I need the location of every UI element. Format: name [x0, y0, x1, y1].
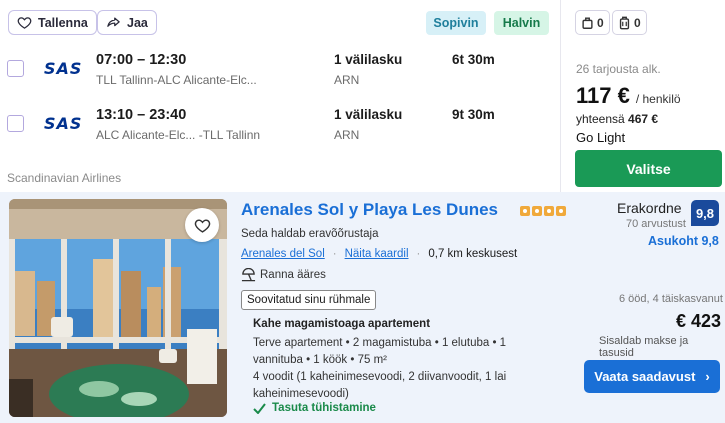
segment-via: ARN [334, 128, 360, 142]
fare-class: Go Light [576, 130, 626, 145]
review-count[interactable]: 70 arvustust [626, 218, 686, 230]
checked-bag-count: 0 [634, 15, 641, 30]
beach-umbrella-icon [241, 268, 256, 282]
see-availability-button[interactable]: Vaata saadavust › [584, 360, 720, 393]
room-description: Terve apartement • 2 magamistuba • 1 elu… [253, 337, 507, 366]
heart-icon [17, 17, 32, 29]
area-link[interactable]: Arenales del Sol [241, 248, 325, 260]
chevron-right-icon: › [705, 369, 710, 384]
cheapest-tag: Halvin [494, 11, 549, 35]
airline-logo: SAS [44, 59, 83, 78]
location-line: Arenales del Sol · Näita kaardil · 0,7 k… [241, 248, 517, 260]
flight-segment-return: SAS 13:10 – 23:40 ALC Alicante-Elc... -T… [0, 106, 560, 150]
star-icon [544, 206, 554, 216]
select-flight-button[interactable]: Valitse [575, 150, 722, 187]
share-label: Jaa [127, 15, 148, 30]
checked-bag-icon [619, 16, 630, 29]
offers-count: 26 tarjousta alk. [576, 62, 661, 76]
segment-via: ARN [334, 73, 360, 87]
hotel-price: € 423 [676, 311, 722, 331]
cabin-bag-count: 0 [597, 15, 604, 30]
cabin-bag-icon [582, 16, 593, 29]
review-score-badge: 9,8 [691, 200, 719, 226]
favorite-button[interactable] [185, 208, 219, 242]
flight-price-panel: 0 0 26 tarjousta alk. 117 € / henkilö yh… [560, 0, 725, 192]
save-label: Tallenna [38, 15, 88, 30]
star-icon [556, 206, 566, 216]
segment-duration: 6t 30m [452, 52, 495, 67]
per-person-label: / henkilö [635, 92, 681, 106]
segment-stops: 1 välilasku [334, 52, 403, 67]
beach-info: Ranna ääres [241, 268, 326, 282]
separator-dot: · [332, 248, 337, 260]
distance-text: 0,7 km keskusest [428, 248, 518, 260]
flight-details: Tallenna Jaa Sopivin Halvin SAS 07:00 – … [0, 0, 560, 192]
separator-dot: · [416, 248, 421, 260]
flight-price: 117 € [576, 83, 630, 108]
room-name: Kahe magamistoaga apartement [253, 318, 431, 330]
heart-icon [194, 218, 210, 233]
flight-segment-outbound: SAS 07:00 – 12:30 TLL Tallinn-ALC Alican… [0, 51, 560, 95]
stay-summary: 6 ööd, 4 täiskasvanut [619, 293, 723, 305]
segment-time: 07:00 – 12:30 [96, 52, 187, 68]
beach-label: Ranna ääres [260, 269, 326, 281]
segment-checkbox[interactable] [7, 60, 24, 77]
recommended-tag: Soovitatud sinu rühmale [241, 290, 377, 310]
star-icon [520, 206, 530, 216]
taxes-note: Sisaldab makse ja tasusid [599, 335, 689, 359]
airline-name: Scandinavian Airlines [7, 171, 122, 185]
share-icon [107, 17, 120, 27]
segment-checkbox[interactable] [7, 115, 24, 132]
segment-route: ALC Alicante-Elc... -TLL Tallinn [96, 128, 261, 142]
share-button[interactable]: Jaa [97, 10, 157, 35]
save-button[interactable]: Tallenna [8, 10, 97, 35]
total-label: yhteensä [576, 112, 625, 126]
host-info: Seda haldab eravõõrustaja [241, 228, 379, 240]
segment-stops: 1 välilasku [334, 107, 403, 122]
free-cancellation: Tasuta tühistamine [253, 402, 376, 414]
see-availability-label: Vaata saadavust [594, 369, 696, 384]
total-value: 467 € [628, 112, 659, 126]
price-row: 117 € / henkilö [576, 83, 681, 109]
rating-word: Erakordne [617, 200, 682, 216]
total-price: yhteensä 467 € [576, 112, 658, 126]
bed-info: 4 voodit (1 kaheinimesevoodi, 2 diivanvo… [253, 371, 507, 400]
star-icon [532, 206, 542, 216]
checkmark-icon [253, 402, 266, 414]
checked-bag-indicator: 0 [612, 10, 647, 35]
segment-duration: 9t 30m [452, 107, 495, 122]
flight-result-card: Tallenna Jaa Sopivin Halvin SAS 07:00 – … [0, 0, 725, 192]
best-fit-tag: Sopivin [426, 11, 486, 35]
airline-logo: SAS [44, 114, 83, 133]
cabin-bag-indicator: 0 [575, 10, 610, 35]
hotel-title[interactable]: Arenales Sol y Playa Les Dunes [241, 200, 498, 220]
free-cancellation-label: Tasuta tühistamine [272, 402, 376, 414]
segment-route: TLL Tallinn-ALC Alicante-Elc... [96, 73, 257, 87]
segment-time: 13:10 – 23:40 [96, 107, 187, 123]
location-score: Asukoht 9,8 [648, 234, 719, 248]
show-on-map-link[interactable]: Näita kaardil [345, 248, 409, 260]
star-rating [520, 206, 566, 216]
